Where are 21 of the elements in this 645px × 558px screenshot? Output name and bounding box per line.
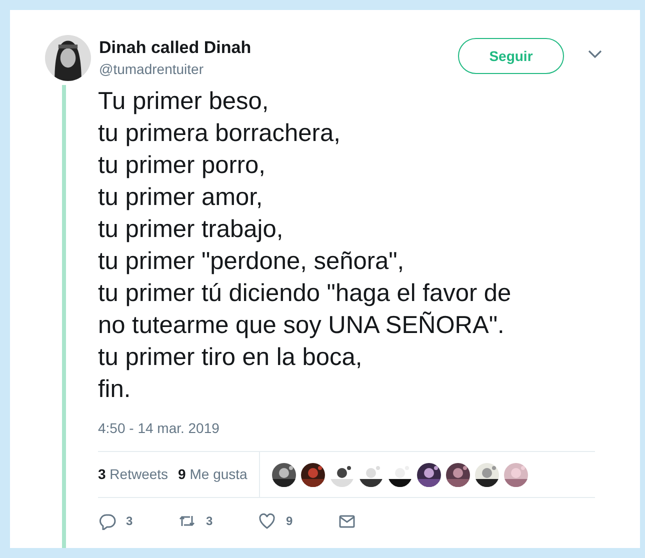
tweet-text-line: tu primera borrachera, [98,119,342,149]
timestamp[interactable]: 4:50 - 14 mar. 2019 [98,418,640,439]
tweet-text-line: Tu primer beso, [98,87,270,117]
user-handle[interactable]: @tumadrentuiter [99,59,252,80]
tweet-text-line: tu primer "perdone, señora", [98,247,406,277]
user-name[interactable]: Dinah called Dinah [99,37,252,59]
action-count: 9 [286,513,293,530]
stat-link[interactable]: 9 Me gusta [178,464,248,485]
chevron-down-icon[interactable] [588,49,602,59]
action-count: 3 [206,513,213,530]
tweet-text-line: tu primer trabajo, [98,215,284,245]
stat-link[interactable]: 3 Retweets [98,464,168,485]
tweet-text-line: tu primer amor, [98,183,264,213]
tweet-text-line: tu primer tú diciendo "haga el favor de [98,279,512,309]
tweet-text-line: tu primer tiro en la boca, [98,343,364,373]
action-count: 3 [126,513,133,530]
tweet-text-line: no tutearme que soy UNA SEÑORA". [98,310,506,341]
reply-icon[interactable] [98,512,116,530]
tweet-text-line: fin. [98,375,132,405]
heart-icon[interactable] [258,512,276,530]
tweet-text-line: tu primer porro, [98,151,266,181]
